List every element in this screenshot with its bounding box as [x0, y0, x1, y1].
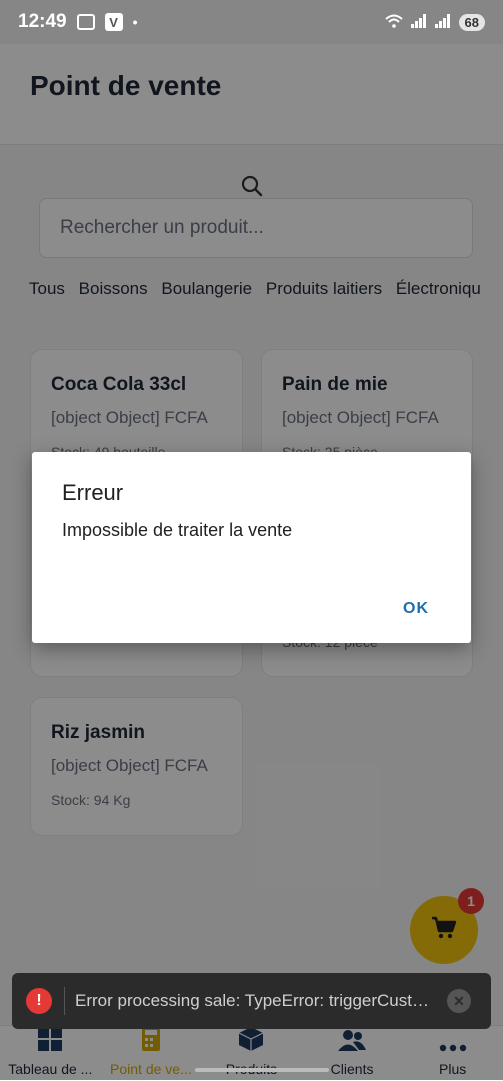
signal-icon [410, 13, 427, 31]
dialog-ok-button[interactable]: OK [403, 600, 429, 618]
dialog-message: Impossible de traiter la vente [62, 520, 293, 540]
close-icon[interactable]: ✕ [447, 989, 471, 1013]
home-indicator [195, 1068, 329, 1072]
screenshot-icon [76, 14, 95, 30]
wifi-icon [384, 14, 403, 31]
toast-message: Error processing sale: TypeError: trigge… [75, 991, 433, 1010]
error-dialog: Erreur Impossible de traiter la vente OK [32, 452, 471, 643]
error-toast: ! Error processing sale: TypeError: trig… [12, 973, 491, 1029]
app-v-icon: V [104, 13, 123, 31]
signal-icon-2 [434, 13, 451, 31]
dialog-title: Erreur [62, 480, 124, 505]
error-icon: ! [26, 988, 52, 1014]
notification-dot-icon: • [132, 14, 138, 30]
status-bar: 12:49 V • 68 [0, 0, 503, 44]
status-time: 12:49 [18, 11, 67, 32]
battery-indicator: 68 [458, 13, 485, 31]
toast-divider [64, 987, 65, 1015]
